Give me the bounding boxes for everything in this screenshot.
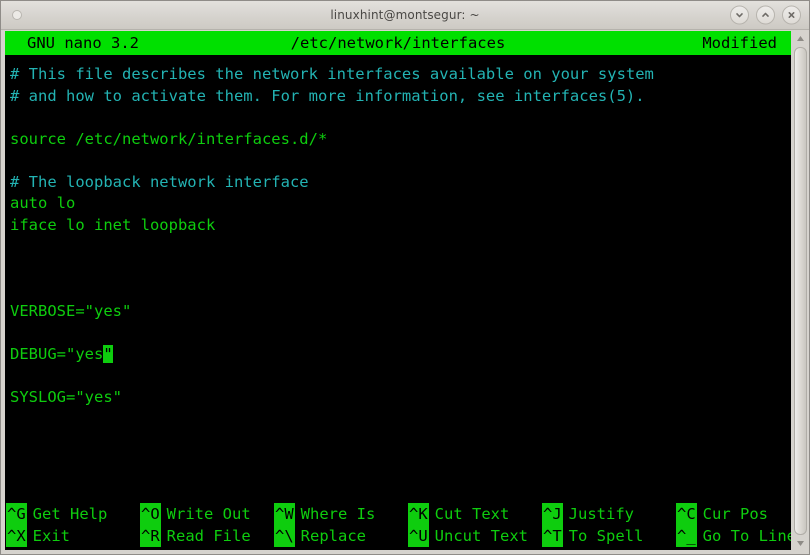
help-shortcut-uncut-text[interactable]: ^U Uncut Text: [408, 525, 542, 547]
nano-line: # This file describes the network interf…: [10, 64, 791, 86]
chevron-up-icon: [762, 12, 769, 17]
minimize-button[interactable]: [730, 5, 749, 25]
nano-text-buffer[interactable]: # This file describes the network interf…: [5, 55, 791, 501]
nano-filename: /etc/network/interfaces: [290, 34, 506, 52]
help-row: ^G Get Help ^O Write Out ^W Where Is ^K Cut Tex…: [6, 503, 791, 525]
shortcut-key: ^W: [274, 503, 295, 525]
scroll-down-button[interactable]: [794, 537, 807, 550]
nano-blank-line: [10, 236, 791, 258]
vertical-scrollbar[interactable]: [792, 31, 809, 550]
window-body: GNU nano 3.2 /etc/network/interfaces Mod…: [1, 30, 809, 554]
shortcut-key: ^G: [6, 503, 27, 525]
chevron-down-icon: [736, 13, 743, 18]
text-cursor: ": [103, 344, 113, 363]
nano-blank-line: [10, 279, 791, 301]
help-shortcut-where-is[interactable]: ^W Where Is: [274, 503, 408, 525]
shortcut-label: Write Out: [166, 505, 251, 523]
comment-text: # This file describes the network interf…: [10, 65, 654, 83]
shortcut-key: ^X: [6, 525, 27, 547]
nano-help-bar: ^G Get Help ^O Write Out ^W Where Is ^K Cut Tex…: [5, 501, 791, 550]
shortcut-key: ^R: [140, 525, 161, 547]
close-button[interactable]: [782, 5, 801, 25]
shortcut-label: Justify: [568, 505, 634, 523]
comment-text: # and how to activate them. For more inf…: [10, 86, 645, 105]
help-shortcut-get-help[interactable]: ^G Get Help: [6, 503, 140, 525]
nano-line: auto lo: [10, 193, 791, 215]
help-shortcut-replace[interactable]: ^\ Replace: [274, 525, 408, 547]
shortcut-label: Uncut Text: [434, 527, 528, 545]
shortcut-label: Where Is: [300, 505, 376, 523]
nano-blank-line: [10, 150, 791, 172]
shortcut-key: ^K: [408, 503, 429, 525]
code-text: DEBUG="yes: [10, 344, 104, 363]
help-shortcut-to-spell[interactable]: ^T To Spell: [542, 525, 676, 547]
terminal-screen[interactable]: GNU nano 3.2 /etc/network/interfaces Mod…: [5, 31, 791, 550]
window-title: linuxhint@montsegur: ~: [330, 8, 480, 22]
nano-line: # The loopback network interface: [10, 172, 791, 194]
help-shortcut-read-file[interactable]: ^R Read File: [140, 525, 274, 547]
triangle-up-icon: [797, 36, 804, 41]
shortcut-label: Exit: [32, 527, 70, 545]
shortcut-key: ^U: [408, 525, 429, 547]
shortcut-label: Get Help: [32, 505, 108, 523]
scrollbar-thumb[interactable]: [794, 47, 807, 535]
shortcut-key: ^_: [676, 525, 697, 547]
help-shortcut-exit[interactable]: ^X Exit: [6, 525, 140, 547]
nano-modified-status: Modified: [702, 34, 777, 52]
code-text: SYSLOG="yes": [10, 387, 122, 406]
nano-line: DEBUG="yes": [10, 344, 791, 366]
help-shortcut-cut-text[interactable]: ^K Cut Text: [408, 503, 542, 525]
shortcut-key: ^O: [140, 503, 161, 525]
shortcut-key: ^C: [676, 503, 697, 525]
terminal-window: linuxhint@montsegur: ~ GNU nano 3.2 /etc…: [0, 0, 810, 555]
shortcut-label: Read File: [166, 527, 251, 545]
window-menu-icon[interactable]: [12, 10, 22, 20]
help-row: ^X Exit ^R Read File ^\ Replace ^U Uncut Text ^T…: [6, 525, 791, 547]
close-icon: [788, 12, 795, 18]
shortcut-label: Replace: [300, 527, 366, 545]
code-text: source /etc/network/interfaces.d/*: [10, 129, 328, 148]
nano-blank-line: [10, 322, 791, 344]
help-shortcut-justify[interactable]: ^J Justify: [542, 503, 676, 525]
shortcut-key: ^J: [542, 503, 563, 525]
window-titlebar[interactable]: linuxhint@montsegur: ~: [1, 1, 809, 30]
nano-blank-line: [10, 107, 791, 129]
comment-text: # The loopback network interface: [10, 172, 309, 191]
window-controls: [730, 5, 801, 25]
nano-blank-line: [10, 365, 791, 387]
code-text: VERBOSE="yes": [10, 301, 132, 320]
triangle-down-icon: [797, 541, 804, 546]
nano-line: source /etc/network/interfaces.d/*: [10, 129, 791, 151]
nano-blank-line: [10, 258, 791, 280]
shortcut-label: To Spell: [568, 527, 644, 545]
shortcut-key: ^\: [274, 525, 295, 547]
code-text: auto lo: [10, 194, 76, 212]
nano-header-bar: GNU nano 3.2 /etc/network/interfaces Mod…: [5, 31, 791, 55]
scrollbar-track[interactable]: [794, 47, 807, 535]
nano-line: iface lo inet loopback: [10, 215, 791, 237]
nano-line: SYSLOG="yes": [10, 387, 791, 409]
nano-line: # and how to activate them. For more inf…: [10, 86, 791, 108]
shortcut-label: Cur Pos: [702, 505, 768, 523]
help-shortcut-cur-pos[interactable]: ^C Cur Pos: [676, 503, 768, 525]
help-shortcut-write-out[interactable]: ^O Write Out: [140, 503, 274, 525]
shortcut-label: Go To Line: [702, 527, 791, 545]
help-shortcut-go-to-line[interactable]: ^_ Go To Line: [676, 525, 791, 547]
maximize-button[interactable]: [756, 5, 775, 25]
scroll-up-button[interactable]: [794, 32, 807, 45]
shortcut-key: ^T: [542, 525, 563, 547]
code-text: iface lo inet loopback: [10, 215, 216, 234]
shortcut-label: Cut Text: [434, 505, 510, 523]
nano-line: VERBOSE="yes": [10, 301, 791, 323]
